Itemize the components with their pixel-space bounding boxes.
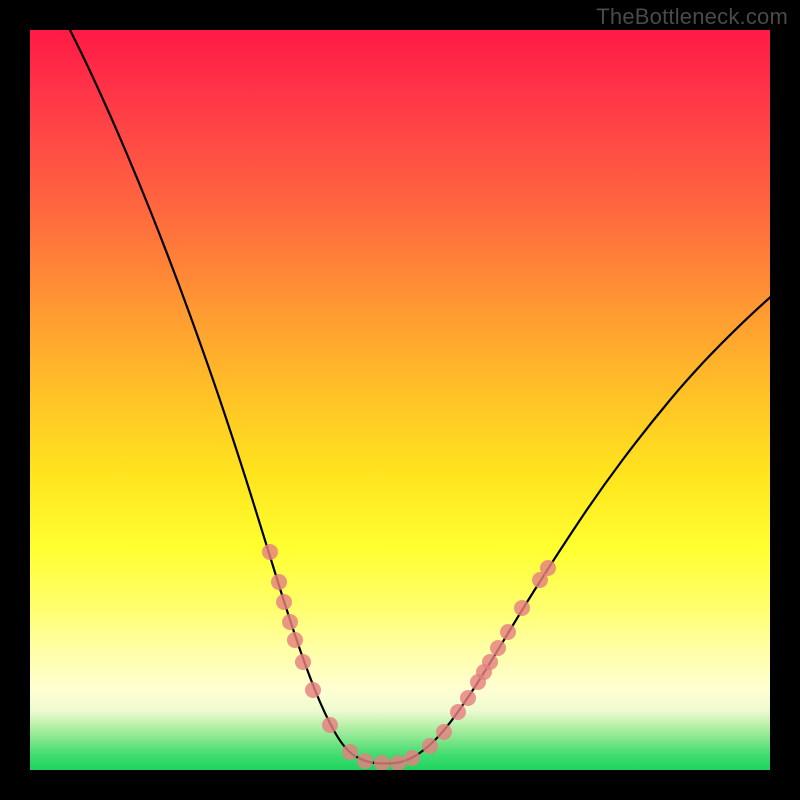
sample-dot [482,654,498,670]
chart-svg [30,30,770,770]
sample-dot [276,594,292,610]
sample-dot [282,614,298,630]
sample-dot [305,682,321,698]
chart-frame: TheBottleneck.com [0,0,800,800]
sample-dot [422,738,438,754]
sample-dots-group [262,544,556,770]
sample-dot [404,750,420,766]
sample-dot [450,704,466,720]
sample-dot [262,544,278,560]
sample-dot [436,724,452,740]
sample-dot [322,717,338,733]
sample-dot [460,690,476,706]
bottleneck-curve [60,30,770,764]
sample-dot [357,753,373,769]
plot-area [30,30,770,770]
sample-dot [540,560,556,576]
sample-dot [500,624,516,640]
sample-dot [295,654,311,670]
sample-dot [490,640,506,656]
sample-dot [342,744,358,760]
sample-dot [374,755,390,770]
sample-dot [390,755,406,770]
sample-dot [271,574,287,590]
sample-dot [287,632,303,648]
sample-dot [514,600,530,616]
watermark-label: TheBottleneck.com [596,4,788,30]
